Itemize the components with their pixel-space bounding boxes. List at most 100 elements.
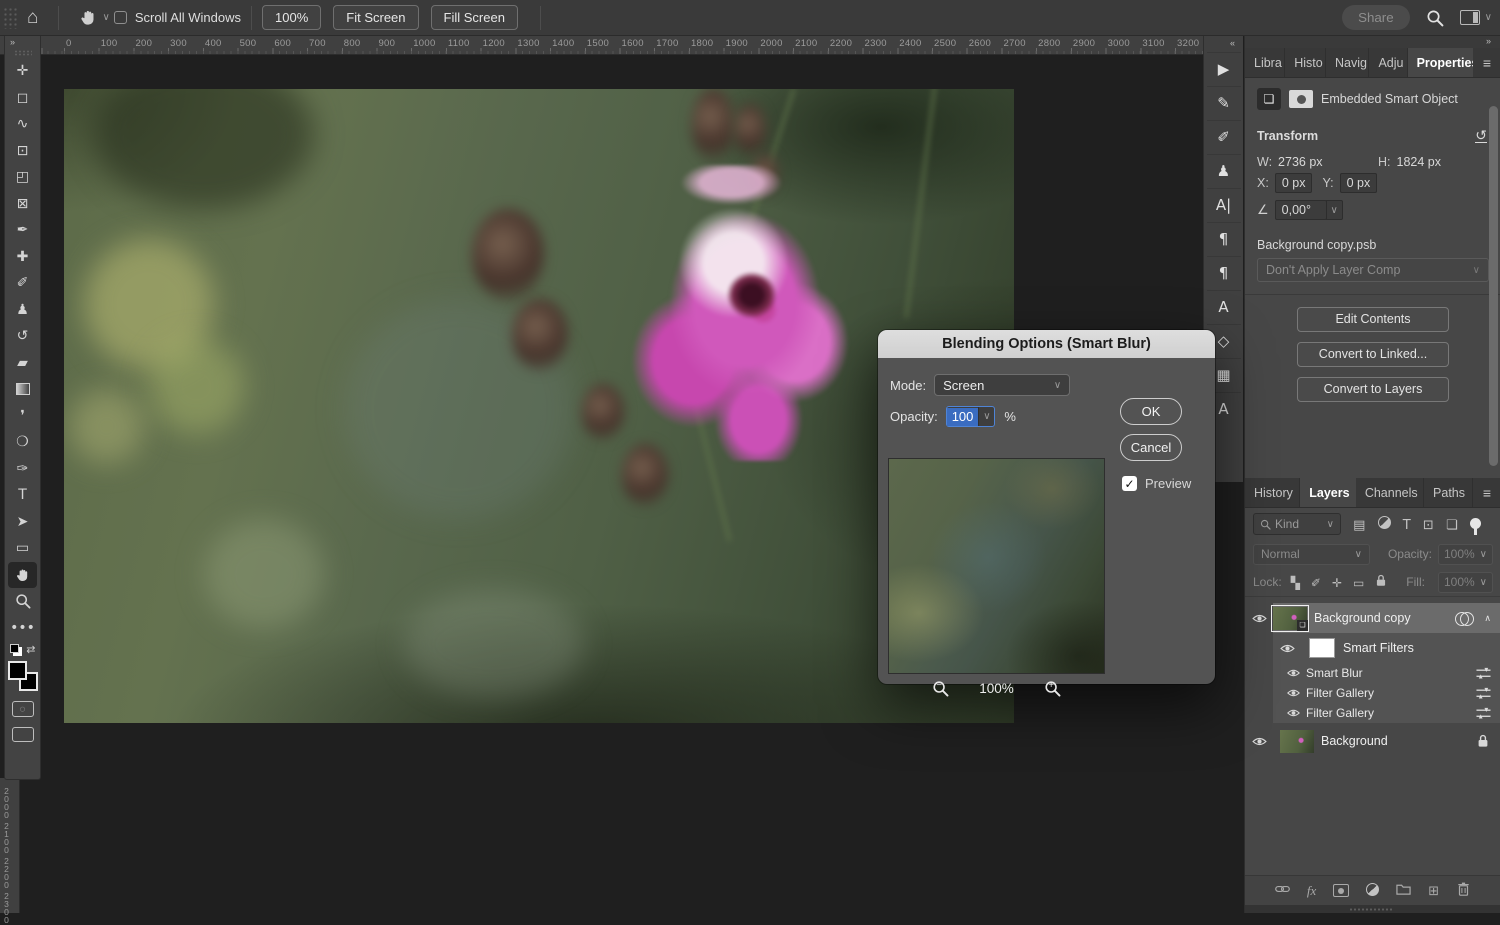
frame-tool[interactable]: ⊠: [8, 191, 37, 218]
hand-tool-chevron-icon[interactable]: ∨: [102, 12, 109, 23]
layer-thumbnail[interactable]: ❏: [1273, 607, 1307, 630]
dodge-tool[interactable]: ❍: [8, 429, 37, 456]
dock-collapse-icon[interactable]: «: [1204, 36, 1243, 52]
filter-blending-options-icon[interactable]: [1476, 667, 1491, 679]
home-icon[interactable]: ⌂: [17, 7, 48, 29]
layers-menu-icon[interactable]: ≡: [1473, 478, 1500, 507]
x-position-field[interactable]: 0 px: [1275, 173, 1313, 193]
panels-expand-icon[interactable]: »: [1245, 36, 1500, 48]
fill-value-select[interactable]: 100% ∨: [1438, 572, 1493, 593]
scroll-all-windows-checkbox[interactable]: [114, 11, 127, 24]
vertical-ruler[interactable]: 2 0 0 02 1 0 02 2 0 02 3 0 0: [0, 778, 20, 913]
edit-contents-button[interactable]: Edit Contents: [1297, 307, 1449, 332]
convert-to-linked-button[interactable]: Convert to Linked...: [1297, 342, 1449, 367]
zoom-out-icon[interactable]: −: [932, 680, 949, 697]
rectangular-marquee-tool[interactable]: ◻: [8, 85, 37, 112]
rotation-chevron-icon[interactable]: ∨: [1326, 200, 1343, 220]
tools-grip[interactable]: [14, 50, 32, 56]
convert-to-layers-button[interactable]: Convert to Layers: [1297, 377, 1449, 402]
rotation-angle-field[interactable]: 0,00°: [1275, 200, 1327, 220]
kind-filter-select[interactable]: Kind ∨: [1253, 513, 1341, 535]
opacity-chevron-icon[interactable]: ∨: [978, 407, 994, 426]
tab-navigator[interactable]: Navig: [1326, 48, 1369, 77]
type-layers-filter[interactable]: T: [1403, 517, 1411, 532]
visibility-eye-icon[interactable]: [1273, 643, 1301, 654]
lock-pixels[interactable]: ✐: [1311, 575, 1321, 590]
smart-filter-row[interactable]: Filter Gallery: [1273, 703, 1500, 723]
opacity-value-select[interactable]: 100% ∨: [1438, 544, 1493, 565]
smart-filters-row[interactable]: Smart Filters: [1273, 633, 1500, 663]
lock-position[interactable]: ✛: [1332, 575, 1342, 590]
clone-source-panel[interactable]: ♟: [1207, 154, 1241, 188]
canvas-image[interactable]: [64, 89, 1014, 723]
preview-checkbox[interactable]: ✓: [1122, 476, 1137, 491]
hand-tool[interactable]: [8, 562, 37, 589]
layer-row-background[interactable]: Background: [1245, 726, 1500, 756]
smart-filter-row[interactable]: Smart Blur: [1273, 663, 1500, 683]
foreground-color-swatch[interactable]: [8, 661, 27, 680]
clone-stamp-tool[interactable]: ♟: [8, 297, 37, 324]
tab-layers[interactable]: Layers: [1300, 478, 1356, 507]
eraser-tool[interactable]: ▰: [8, 350, 37, 377]
screen-mode-button[interactable]: [12, 727, 34, 742]
layer-comp-select[interactable]: Don't Apply Layer Comp ∨: [1257, 258, 1489, 282]
brush-tool[interactable]: ✐: [8, 270, 37, 297]
object-selection-tool[interactable]: ⊡: [8, 138, 37, 165]
swap-colors-icon[interactable]: ⇄: [26, 643, 35, 656]
tab-paths[interactable]: Paths: [1424, 478, 1473, 507]
tab-adjustments[interactable]: Adju: [1369, 48, 1407, 77]
y-position-field[interactable]: 0 px: [1340, 173, 1378, 193]
type-tool[interactable]: T: [8, 482, 37, 509]
tools-collapse-icon[interactable]: »: [5, 36, 40, 50]
visibility-eye-icon[interactable]: [1287, 708, 1300, 718]
new-group[interactable]: [1396, 882, 1411, 899]
blend-mode-select[interactable]: Normal ∨: [1253, 544, 1370, 565]
cancel-button[interactable]: Cancel: [1120, 434, 1182, 461]
reset-transform-icon[interactable]: ↺: [1475, 128, 1487, 143]
paragraph-panel[interactable]: ¶: [1207, 222, 1241, 256]
character-styles-panel[interactable]: A: [1207, 290, 1241, 324]
properties-menu-icon[interactable]: ≡: [1473, 48, 1500, 77]
tab-channels[interactable]: Channels: [1356, 478, 1424, 507]
opacity-value[interactable]: 100: [947, 408, 979, 426]
filter-blending-options-icon[interactable]: [1476, 687, 1491, 699]
lock-artboard[interactable]: ▭: [1353, 575, 1364, 590]
share-button[interactable]: Share: [1342, 5, 1410, 30]
move-tool[interactable]: ✛: [8, 58, 37, 85]
brush-settings-panel[interactable]: ✎: [1207, 86, 1241, 120]
history-brush-tool[interactable]: ↺: [8, 323, 37, 350]
zoom-tool[interactable]: [8, 588, 37, 615]
zoom-100-button[interactable]: 100%: [262, 5, 321, 30]
pixel-layers-filter[interactable]: ▤: [1353, 517, 1365, 532]
tab-properties[interactable]: Properties: [1408, 48, 1473, 77]
pen-tool[interactable]: ✑: [8, 456, 37, 483]
fit-screen-button[interactable]: Fit Screen: [333, 5, 418, 30]
character-panel[interactable]: A|: [1207, 188, 1241, 222]
new-adjustment-layer[interactable]: [1366, 883, 1379, 899]
smart-filter-name[interactable]: Smart Blur: [1306, 666, 1363, 680]
layer-name[interactable]: Background: [1321, 734, 1388, 748]
hand-tool-icon[interactable]: [69, 8, 102, 27]
opacity-input[interactable]: 100 ∨: [946, 406, 996, 427]
tab-history[interactable]: History: [1245, 478, 1300, 507]
smart-filter-row[interactable]: Filter Gallery: [1273, 683, 1500, 703]
panel-resize-grip[interactable]: [1349, 908, 1393, 911]
zoom-in-icon[interactable]: +: [1044, 680, 1061, 697]
layer-row-background-copy[interactable]: ❏ Background copy ∧: [1245, 603, 1500, 633]
quick-mask-button[interactable]: ◌: [12, 701, 34, 717]
eyedropper-tool[interactable]: ✒: [8, 217, 37, 244]
gradient-tool[interactable]: [8, 376, 37, 403]
smart-object-badge-icon[interactable]: ❏: [1257, 88, 1281, 110]
delete-layer[interactable]: [1456, 882, 1471, 899]
visibility-eye-icon[interactable]: [1245, 736, 1273, 747]
layer-name[interactable]: Background copy: [1314, 611, 1411, 625]
tab-histogram[interactable]: Histo: [1285, 48, 1326, 77]
tab-libraries[interactable]: Libra: [1245, 48, 1285, 77]
horizontal-ruler[interactable]: 0010020030040050060070080090010001100120…: [0, 36, 1203, 55]
smart-object-filter[interactable]: ❏: [1446, 517, 1458, 532]
ok-button[interactable]: OK: [1120, 398, 1182, 425]
filter-blending-options-icon[interactable]: [1476, 707, 1491, 719]
blur-preview-image[interactable]: [888, 458, 1105, 674]
mode-select[interactable]: Screen ∨: [934, 374, 1070, 396]
layer-effects[interactable]: fx: [1307, 883, 1316, 898]
